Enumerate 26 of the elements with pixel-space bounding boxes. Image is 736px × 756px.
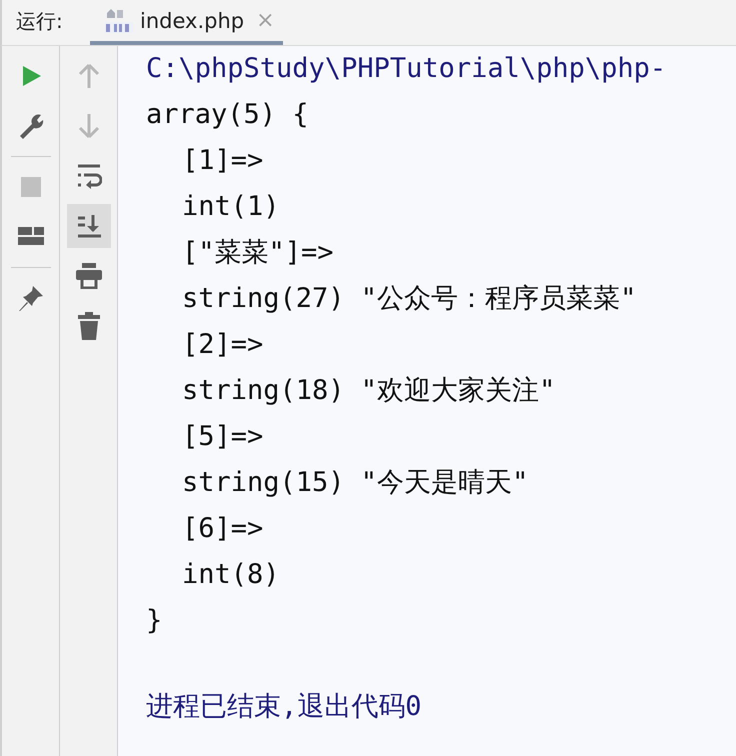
scroll-to-end-button[interactable] bbox=[66, 204, 110, 248]
output-line: [1]=> bbox=[182, 145, 264, 176]
stop-icon bbox=[20, 177, 40, 197]
exit-message: 进程已结束,退出代码0 bbox=[146, 691, 422, 722]
panel-label: 运行: bbox=[15, 8, 64, 35]
output-line: [5]=> bbox=[182, 421, 264, 452]
output-line: int(1) bbox=[182, 191, 280, 222]
output-line: string(15) "今天是晴天" bbox=[182, 467, 528, 498]
printer-icon bbox=[76, 263, 102, 289]
file-tab[interactable]: index.php × bbox=[90, 0, 283, 45]
up-arrow-icon bbox=[78, 63, 100, 89]
output-line: string(18) "欢迎大家关注" bbox=[182, 375, 556, 406]
layout-icon bbox=[18, 227, 44, 247]
output-line: } bbox=[146, 605, 162, 636]
wrap-icon bbox=[76, 163, 102, 189]
output-line: int(8) bbox=[182, 559, 280, 590]
output-line: [2]=> bbox=[182, 329, 264, 360]
command-path: C:\phpStudy\PHPTutorial\php\php- bbox=[146, 53, 666, 84]
output-line: string(27) "公众号：程序员菜菜" bbox=[182, 283, 636, 314]
output-line: [6]=> bbox=[182, 513, 264, 544]
pin-icon bbox=[16, 284, 44, 312]
output-line: array(5) { bbox=[146, 99, 309, 130]
trash-icon bbox=[78, 312, 100, 340]
down-arrow-icon bbox=[78, 113, 100, 139]
scroll-to-end-icon bbox=[76, 213, 102, 239]
output-line: ["菜菜"]=> bbox=[182, 237, 334, 268]
